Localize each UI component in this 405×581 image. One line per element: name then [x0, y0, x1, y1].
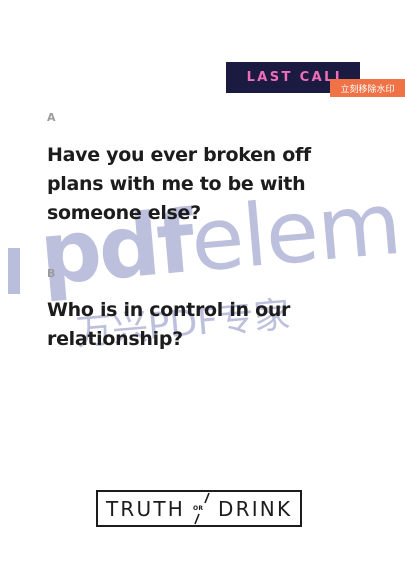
logo-word-drink: DRINK — [218, 496, 293, 521]
question-letter-b: B — [47, 267, 56, 280]
logo-word-truth: TRUTH — [106, 496, 186, 521]
logo-word-or: OR — [193, 505, 204, 512]
question-text-a: Have you ever broken off plans with me t… — [47, 144, 311, 224]
question-text-b: Who is in control in our relationship? — [47, 299, 291, 350]
watermark-bar — [8, 248, 20, 294]
remove-watermark-button[interactable]: 立刻移除水印 — [330, 79, 405, 97]
question-letter-a: A — [47, 111, 56, 124]
logo-or-mark: OR — [190, 492, 214, 525]
truth-or-drink-logo: TRUTH OR DRINK — [96, 490, 302, 527]
remove-watermark-label: 立刻移除水印 — [340, 84, 395, 95]
